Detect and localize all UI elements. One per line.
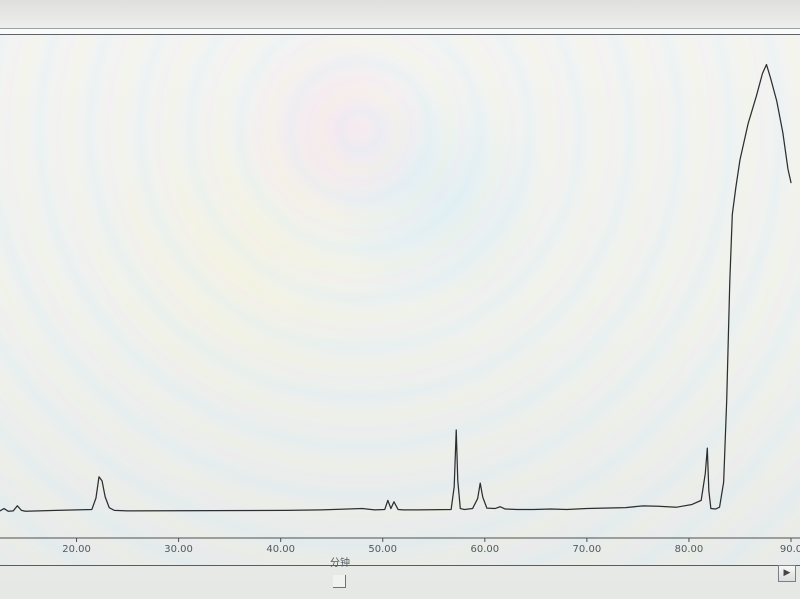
chromatogram-screen: 20.00 30.00 40.00 50.00 60.00 70.00 80.00 90.0 分… (0, 0, 800, 599)
x-axis-tick-label: 80.00 (675, 544, 704, 555)
x-axis-corner-marker (333, 575, 346, 588)
x-axis-tick-label: 60.00 (470, 544, 499, 555)
x-axis: 20.00 30.00 40.00 50.00 60.00 70.00 80.00 90.0 分… (0, 537, 800, 569)
x-axis-tick-label: 90.0 (780, 544, 800, 555)
chromatogram-trace (0, 63, 792, 512)
x-axis-label: 分钟 (330, 556, 350, 569)
x-axis-tick-label: 50.00 (368, 544, 397, 555)
chromatogram-chart: 20.00 30.00 40.00 50.00 60.00 70.00 80.00 90.0 分… (0, 63, 800, 569)
scroll-right-button[interactable]: ▶ (778, 565, 796, 582)
x-axis-tick-label: 70.00 (573, 544, 602, 555)
x-axis-tick-label: 20.00 (62, 544, 91, 555)
x-axis-tick-label: 30.00 (164, 544, 193, 555)
x-axis-tick-label: 40.00 (266, 544, 295, 555)
